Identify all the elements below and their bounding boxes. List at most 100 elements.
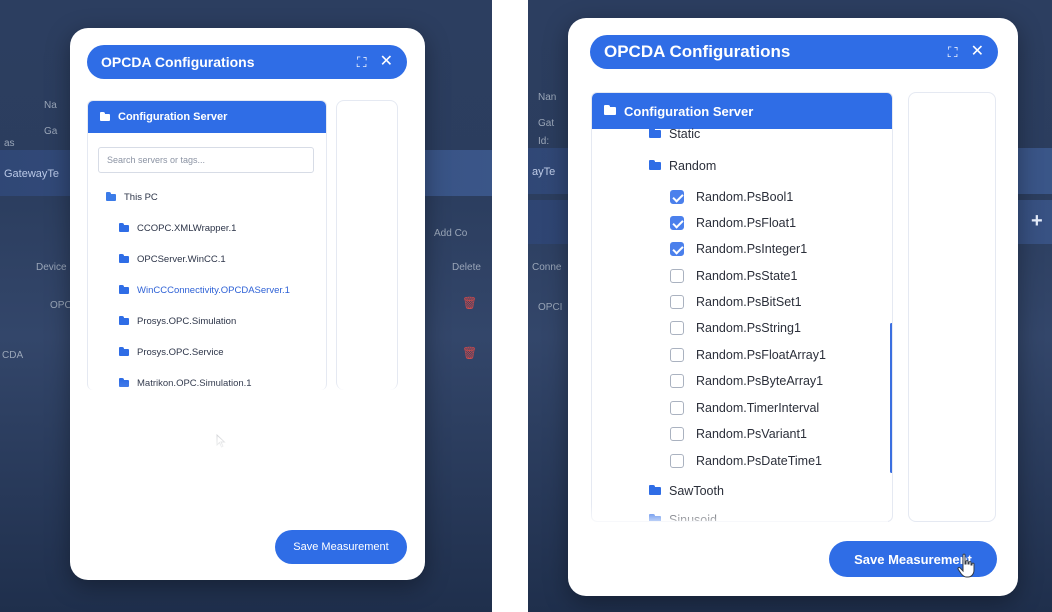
search-input[interactable]: Search servers or tags... [98,147,314,173]
tag-item[interactable]: Random.PsBool1 [670,190,793,204]
tree-item-label: Static [669,127,701,141]
folder-icon [649,514,661,521]
bg-cell-opc: OPC [50,300,72,311]
configuration-server-card: Configuration Server Static Random Rando… [591,92,893,522]
tag-label: Random.PsString1 [696,321,801,335]
tree-item-label: Random [669,159,717,173]
tag-checkbox[interactable] [670,401,684,415]
tag-item[interactable]: Random.PsFloatArray1 [670,348,826,362]
trash-icon[interactable]: 🗑 [462,296,477,310]
tag-label: Random.PsFloatArray1 [696,348,826,362]
tag-item[interactable]: Random.TimerInterval [670,401,819,415]
tag-checkbox[interactable] [670,269,684,283]
close-icon[interactable]: ✕ [380,54,393,70]
tree-item-this-pc[interactable]: This PC [106,192,158,203]
tag-checkbox[interactable] [670,242,684,256]
bg-add-connection: Add Co [434,228,468,239]
configuration-server-title: Configuration Server [624,103,754,119]
folder-icon [119,254,129,263]
tag-label: Random.PsByteArray1 [696,374,824,388]
expand-icon[interactable]: ⛶ [357,55,367,69]
tree-item-label: This PC [124,192,158,203]
tag-item[interactable]: Random.PsString1 [670,321,801,335]
tag-item[interactable]: Random.PsState1 [670,269,797,283]
expand-icon[interactable]: ⛶ [948,45,958,59]
tag-checkbox[interactable] [670,321,684,335]
configuration-server-card: Configuration Server Search servers or t… [87,100,327,390]
bg-meta-a: Nan [538,92,557,103]
tree-folder-sinusoid[interactable]: Sinusoid [649,513,717,521]
bg-meta-c: as [4,138,15,149]
folder-icon [649,160,661,170]
modal-title: OPCDA Configurations [101,54,255,70]
trash-icon[interactable]: 🗑 [462,346,477,360]
bg-column-delete: Delete [452,262,481,273]
folder-icon [119,378,129,387]
tag-label: Random.PsBool1 [696,190,794,204]
folder-icon [119,223,129,232]
tree-item-server[interactable]: Matrikon.OPC.Simulation.1 [119,378,252,389]
tree-folder-sawtooth[interactable]: SawTooth [649,484,724,498]
tag-item[interactable]: Random.PsFloat1 [670,216,796,230]
tree-item-label: WinCCConnectivity.OPCDAServer.1 [137,285,290,296]
left-screenshot: GatewayTe Na Ga as Device Add Co Delete … [0,0,492,612]
tag-checkbox[interactable] [670,348,684,362]
modal-header: OPCDA Configurations ⛶ ✕ [87,45,407,79]
opcda-modal: OPCDA Configurations ⛶ ✕ Configuration S… [70,28,425,580]
folder-icon [119,316,129,325]
close-icon[interactable]: ✕ [971,44,984,60]
tree-folder-random[interactable]: Random [649,159,716,173]
tag-label: Random.PsDateTime1 [696,454,822,468]
tag-item[interactable]: Random.PsBitSet1 [670,295,802,309]
tree-item-server[interactable]: OPCServer.WinCC.1 [119,254,226,265]
tree-item-label: SawTooth [669,484,724,498]
bg-gateway-label: ayTe [532,166,556,178]
tag-label: Random.PsState1 [696,269,798,283]
tree-scrollbar[interactable] [890,323,892,473]
folder-icon [119,285,129,294]
tree-item-server[interactable]: CCOPC.XMLWrapper.1 [119,223,236,234]
tag-label: Random.PsBitSet1 [696,295,802,309]
bg-gateway-label: GatewayTe [4,168,60,180]
folder-icon [604,105,616,115]
opcda-modal: OPCDA Configurations ⛶ ✕ Configuration S… [568,18,1018,596]
tag-item[interactable]: Random.PsInteger1 [670,242,807,256]
tree-item-server[interactable]: Prosys.OPC.Simulation [119,316,236,327]
right-screenshot: Nan Gat Id: ayTe Conne OPCI + OPCDA Conf… [528,0,1052,612]
bg-column-connection: Conne [532,262,562,273]
bg-meta-b: Ga [44,126,58,137]
tree-item-label: Prosys.OPC.Simulation [137,316,237,327]
tag-checkbox[interactable] [670,454,684,468]
tag-details-card [336,100,398,390]
tag-label: Random.PsInteger1 [696,242,808,256]
tag-item[interactable]: Random.PsByteArray1 [670,374,823,388]
save-measurement-button[interactable]: Save Measurement [275,530,407,564]
modal-title: OPCDA Configurations [604,42,791,61]
folder-icon [649,128,661,138]
configuration-server-header[interactable]: Configuration Server [88,101,326,133]
configuration-server-header[interactable]: Configuration Server [592,93,892,129]
tag-item[interactable]: Random.PsVariant1 [670,427,807,441]
tag-label: Random.PsFloat1 [696,216,797,230]
bg-meta-b: Gat [538,118,555,129]
tag-item[interactable]: Random.PsDateTime1 [670,454,822,468]
folder-icon [649,485,661,495]
tag-checkbox[interactable] [670,374,684,388]
bg-column-device: Device [36,262,67,273]
hand-cursor-icon [957,553,975,578]
folder-icon [119,347,129,356]
tree-item-server[interactable]: Prosys.OPC.Service [119,347,224,358]
tag-checkbox[interactable] [670,190,684,204]
mouse-cursor-icon [216,434,226,448]
tag-checkbox[interactable] [670,216,684,230]
tag-details-card [908,92,996,522]
add-icon[interactable]: + [1031,210,1043,233]
bg-meta-c: Id: [538,136,550,147]
tree-folder-static[interactable]: Static [649,127,700,141]
tree-item-label: CCOPC.XMLWrapper.1 [137,223,237,234]
tree-item-label: Matrikon.OPC.Simulation.1 [137,378,252,389]
tree-item-server[interactable]: WinCCConnectivity.OPCDAServer.1 [119,285,290,296]
tag-label: Random.TimerInterval [696,401,820,415]
tag-checkbox[interactable] [670,295,684,309]
tag-checkbox[interactable] [670,427,684,441]
